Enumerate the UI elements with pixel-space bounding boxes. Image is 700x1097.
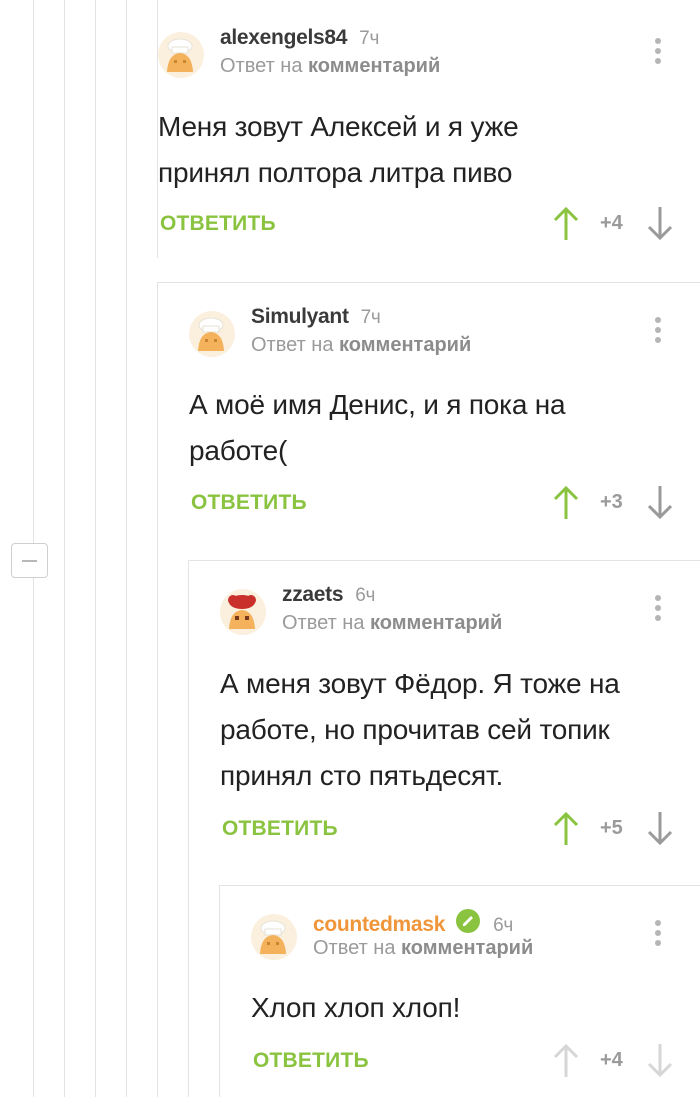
comment-time: 7ч xyxy=(360,307,381,328)
vote-up-icon[interactable] xyxy=(552,811,580,847)
reply-to-info: Ответ на комментарий xyxy=(251,334,472,356)
comment-rating: +5 xyxy=(600,817,623,839)
thread-line xyxy=(126,0,127,1097)
comment-rating: +3 xyxy=(600,491,623,513)
vote-up-icon[interactable] xyxy=(552,485,580,521)
reply-button[interactable]: ОТВЕТИТЬ xyxy=(253,1049,369,1073)
more-options-icon[interactable] xyxy=(655,920,661,950)
reply-button[interactable]: ОТВЕТИТЬ xyxy=(222,817,338,841)
parent-comment-link[interactable]: комментарий xyxy=(339,334,471,356)
more-options-icon[interactable] xyxy=(655,595,661,625)
comment: Simulyant 7ч Ответ на комментарий А моё и… xyxy=(189,305,700,531)
thread-line xyxy=(95,0,96,1097)
comment-time: 6ч xyxy=(493,915,513,936)
comment-author[interactable]: alexengels84 7ч xyxy=(220,26,379,50)
thread-line xyxy=(64,0,65,1097)
reply-to-info: Ответ на комментарий xyxy=(282,612,503,634)
thread-line xyxy=(219,885,220,1097)
avatar[interactable] xyxy=(251,914,297,960)
avatar[interactable] xyxy=(189,311,235,357)
comment: alexengels84 7ч Ответ на комментарий Меня… xyxy=(158,26,700,252)
comment: countedmask 6ч Ответ на комментарий Хлоп … xyxy=(251,909,700,1097)
comment-text: Меня зовут Алексей и я уже принял полтор… xyxy=(158,111,519,188)
collapse-thread-button[interactable] xyxy=(11,543,48,578)
thread-connector xyxy=(188,560,700,561)
thread-line xyxy=(188,560,189,1097)
comment-author[interactable]: Simulyant 7ч xyxy=(251,305,381,329)
avatar[interactable] xyxy=(220,589,266,635)
comment-time: 6ч xyxy=(355,585,376,606)
parent-comment-link[interactable]: комментарий xyxy=(401,937,533,959)
comment-text: А моё имя Денис, и я пока на работе( xyxy=(189,389,566,466)
reply-button[interactable]: ОТВЕТИТЬ xyxy=(191,491,307,515)
vote-down-icon[interactable] xyxy=(646,485,674,521)
thread-connector xyxy=(219,885,700,886)
comment-time: 7ч xyxy=(359,28,380,49)
vote-down-icon[interactable] xyxy=(646,1043,674,1079)
parent-comment-link[interactable]: комментарий xyxy=(308,55,440,77)
comment: zzaets 6ч Ответ на комментарий А меня зов… xyxy=(220,583,700,854)
comment-text: Хлоп хлоп хлоп! xyxy=(251,992,461,1023)
minus-icon xyxy=(22,560,37,562)
more-options-icon[interactable] xyxy=(655,317,661,347)
thread-line xyxy=(157,282,158,1097)
vote-up-icon[interactable] xyxy=(552,1043,580,1079)
parent-comment-link[interactable]: комментарий xyxy=(370,612,502,634)
comment-author[interactable]: countedmask 6ч xyxy=(313,908,513,937)
more-options-icon[interactable] xyxy=(655,38,661,68)
verified-check-icon xyxy=(456,909,481,933)
comment-author[interactable]: zzaets 6ч xyxy=(282,583,375,607)
comment-rating: +4 xyxy=(600,1049,623,1071)
vote-down-icon[interactable] xyxy=(646,206,674,242)
reply-button[interactable]: ОТВЕТИТЬ xyxy=(160,212,276,236)
vote-up-icon[interactable] xyxy=(552,206,580,242)
thread-connector xyxy=(157,282,700,283)
reply-to-info: Ответ на комментарий xyxy=(313,937,534,959)
comment-rating: +4 xyxy=(600,212,623,234)
comment-text: А меня зовут Фёдор. Я тоже на работе, но… xyxy=(220,668,620,791)
reply-to-info: Ответ на комментарий xyxy=(220,55,441,77)
avatar[interactable] xyxy=(158,32,204,78)
vote-down-icon[interactable] xyxy=(646,811,674,847)
